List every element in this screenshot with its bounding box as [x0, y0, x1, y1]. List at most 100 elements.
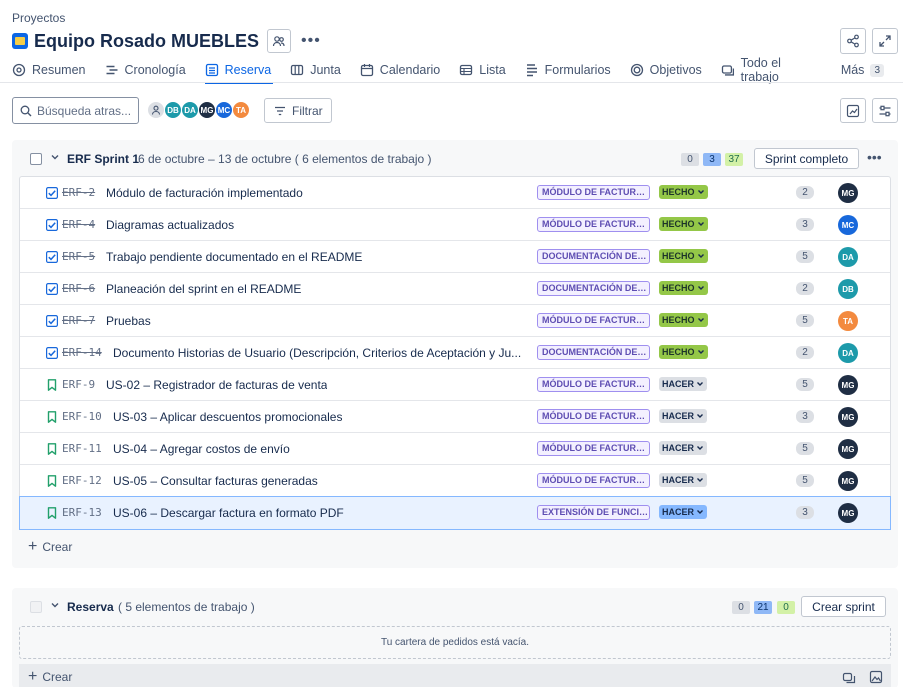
- issue-summary[interactable]: Pruebas: [106, 314, 151, 328]
- tab-mas[interactable]: Más 3: [841, 58, 884, 82]
- sprint-more-icon[interactable]: •••: [867, 149, 882, 165]
- issue-key[interactable]: ERF-7: [62, 314, 95, 327]
- story-points-badge[interactable]: 2: [796, 186, 814, 199]
- issue-key[interactable]: ERF-14: [62, 346, 102, 359]
- create-sprint-button[interactable]: Crear sprint: [801, 596, 886, 617]
- tab-todo-el-trabajo[interactable]: Todo el trabajo: [721, 56, 822, 84]
- table-row[interactable]: ERF-10 US-03 – Aplicar descuentos promoci…: [20, 401, 890, 433]
- status-dropdown[interactable]: HECHO: [659, 249, 708, 263]
- view-settings-button[interactable]: [872, 98, 898, 123]
- issue-summary[interactable]: Planeación del sprint en el README: [106, 282, 301, 296]
- issue-summary[interactable]: Trabajo pendiente documentado en el READ…: [106, 250, 362, 264]
- status-dropdown[interactable]: HECHO: [659, 217, 708, 231]
- issue-key[interactable]: ERF-9: [62, 378, 95, 391]
- epic-lozenge[interactable]: DOCUMENTACIÓN DEL PROYECTO: [537, 249, 650, 264]
- status-dropdown[interactable]: HACER: [659, 441, 708, 455]
- issue-summary[interactable]: US-02 – Registrador de facturas de venta: [106, 378, 327, 392]
- issue-key[interactable]: ERF-11: [62, 442, 102, 455]
- issue-key[interactable]: ERF-4: [62, 218, 95, 231]
- story-points-badge[interactable]: 5: [796, 474, 814, 487]
- assignee-avatar[interactable]: MG: [838, 503, 858, 523]
- issue-summary[interactable]: US-05 – Consultar facturas generadas: [113, 474, 318, 488]
- issue-summary[interactable]: Módulo de facturación implementado: [106, 186, 303, 200]
- epic-lozenge[interactable]: MÓDULO DE FACTURACIÓN: [537, 377, 650, 392]
- issue-summary[interactable]: Diagramas actualizados: [106, 218, 234, 232]
- avatar[interactable]: MC: [215, 101, 233, 119]
- tab-objetivos[interactable]: Objetivos: [630, 58, 702, 82]
- issue-key[interactable]: ERF-6: [62, 282, 95, 295]
- status-dropdown[interactable]: HACER: [659, 505, 708, 519]
- story-points-badge[interactable]: 2: [796, 346, 814, 359]
- table-row[interactable]: ERF-4 Diagramas actualizados MÓDULO DE FAC…: [20, 209, 890, 241]
- issue-summary[interactable]: US-06 – Descargar factura en formato PDF: [113, 506, 344, 520]
- fullscreen-button[interactable]: [872, 28, 898, 54]
- epic-lozenge[interactable]: DOCUMENTACIÓN DEL PROYECTO: [537, 345, 650, 360]
- issue-summary[interactable]: Documento Historias de Usuario (Descripc…: [113, 346, 521, 360]
- story-points-badge[interactable]: 3: [796, 218, 814, 231]
- status-dropdown[interactable]: HECHO: [659, 313, 708, 327]
- status-dropdown[interactable]: HECHO: [659, 345, 708, 359]
- issue-key[interactable]: ERF-2: [62, 186, 95, 199]
- story-points-badge[interactable]: 5: [796, 314, 814, 327]
- insights-button[interactable]: [840, 98, 866, 123]
- story-points-badge[interactable]: 5: [796, 250, 814, 263]
- status-dropdown[interactable]: HECHO: [659, 185, 708, 199]
- backlog-select-checkbox[interactable]: [30, 601, 42, 613]
- issue-key[interactable]: ERF-5: [62, 250, 95, 263]
- avatar[interactable]: TA: [232, 101, 250, 119]
- more-actions-icon[interactable]: •••: [301, 32, 321, 50]
- story-points-badge[interactable]: 2: [796, 282, 814, 295]
- tab-calendario[interactable]: Calendario: [360, 58, 440, 82]
- assignee-avatar[interactable]: MG: [838, 471, 858, 491]
- team-button[interactable]: [267, 29, 291, 53]
- issue-key[interactable]: ERF-10: [62, 410, 102, 423]
- epic-lozenge[interactable]: MÓDULO DE FACTURACIÓN: [537, 409, 650, 424]
- share-button[interactable]: [840, 28, 866, 54]
- epic-lozenge[interactable]: MÓDULO DE FACTURACIÓN: [537, 313, 650, 328]
- story-points-badge[interactable]: 5: [796, 442, 814, 455]
- epic-lozenge[interactable]: MÓDULO DE FACTURACIÓN: [537, 185, 650, 200]
- table-row[interactable]: ERF-11 US-04 – Agregar costos de envío MÓD…: [20, 433, 890, 465]
- table-row[interactable]: ERF-7 Pruebas MÓDULO DE FACTURACIÓN HECHO 5 T…: [20, 305, 890, 337]
- copy-icon[interactable]: [842, 670, 856, 684]
- avatar-unassigned[interactable]: [147, 101, 165, 119]
- chevron-down-icon[interactable]: [50, 600, 60, 613]
- sprint-select-checkbox[interactable]: [30, 153, 42, 165]
- assignee-avatar[interactable]: DA: [838, 343, 858, 363]
- assignee-avatar[interactable]: MG: [838, 375, 858, 395]
- tab-resumen[interactable]: Resumen: [12, 58, 86, 82]
- avatar[interactable]: MG: [198, 101, 216, 119]
- assignee-avatar[interactable]: DB: [838, 279, 858, 299]
- backlog-create-button[interactable]: + Crear: [28, 668, 72, 686]
- tab-formularios[interactable]: Formularios: [525, 58, 611, 82]
- tab-reserva[interactable]: Reserva: [204, 58, 273, 84]
- tab-cronologia[interactable]: Cronología: [105, 58, 186, 82]
- story-points-badge[interactable]: 5: [796, 378, 814, 391]
- epic-lozenge[interactable]: MÓDULO DE FACTURACIÓN: [537, 441, 650, 456]
- assignee-avatar[interactable]: MG: [838, 407, 858, 427]
- search-input[interactable]: Búsqueda atras...: [12, 97, 139, 124]
- assignee-avatar[interactable]: DA: [838, 247, 858, 267]
- create-issue-button[interactable]: + Crear: [28, 538, 72, 556]
- issue-summary[interactable]: US-03 – Aplicar descuentos promocionales: [113, 410, 342, 424]
- sprint-name[interactable]: ERF Sprint 1: [67, 152, 139, 166]
- filter-button[interactable]: Filtrar: [264, 98, 332, 123]
- status-dropdown[interactable]: HACER: [659, 377, 708, 391]
- issue-key[interactable]: ERF-12: [62, 474, 102, 487]
- image-icon[interactable]: [869, 670, 883, 684]
- status-dropdown[interactable]: HACER: [659, 473, 708, 487]
- assignee-avatar[interactable]: MG: [838, 439, 858, 459]
- story-points-badge[interactable]: 3: [796, 506, 814, 519]
- story-points-badge[interactable]: 3: [796, 410, 814, 423]
- table-row[interactable]: ERF-12 US-05 – Consultar facturas generad…: [20, 465, 890, 497]
- chevron-down-icon[interactable]: [50, 152, 60, 165]
- table-row[interactable]: ERF-13 US-06 – Descargar factura en forma…: [19, 496, 891, 530]
- avatar[interactable]: DB: [164, 101, 182, 119]
- issue-key[interactable]: ERF-13: [62, 506, 102, 519]
- table-row[interactable]: ERF-14 Documento Historias de Usuario (De…: [20, 337, 890, 369]
- tab-lista[interactable]: Lista: [459, 58, 506, 82]
- assignee-avatar[interactable]: TA: [838, 311, 858, 331]
- issue-summary[interactable]: US-04 – Agregar costos de envío: [113, 442, 290, 456]
- table-row[interactable]: ERF-2 Módulo de facturación implementado M…: [20, 177, 890, 209]
- assignee-avatar[interactable]: MC: [838, 215, 858, 235]
